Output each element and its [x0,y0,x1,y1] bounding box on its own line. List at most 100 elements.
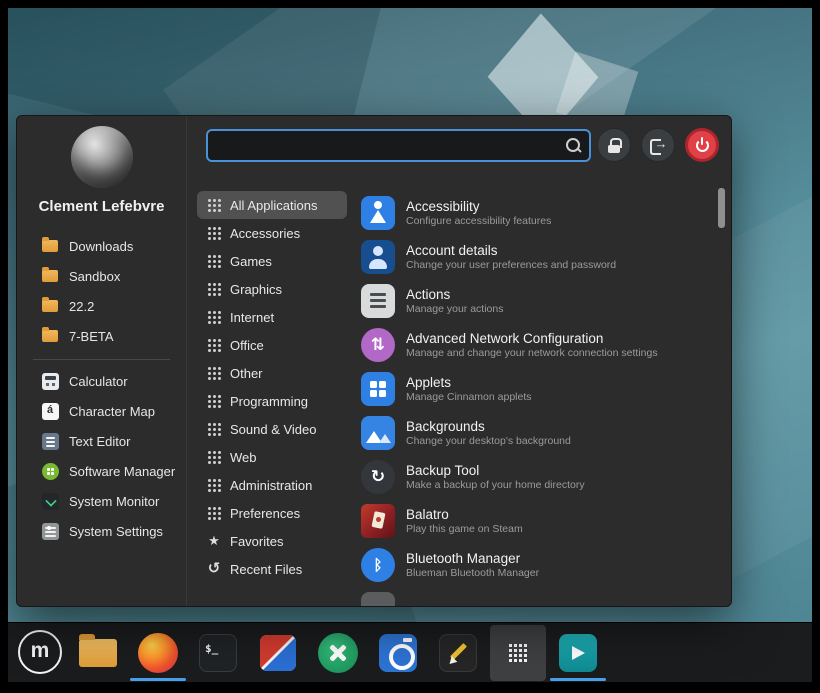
category-label: Accessories [230,226,300,241]
grid-icon [207,338,221,352]
backgrounds-icon [361,416,395,450]
grid-icon [207,450,221,464]
app-desc: Manage and change your network connectio… [406,347,658,360]
running-indicator [550,678,606,681]
sidebar-item-calculator[interactable]: Calculator [41,366,186,396]
app-row-partial[interactable] [357,587,715,606]
logout-icon [650,138,667,152]
taskbar-warpinator-button[interactable] [550,625,606,681]
category-recent-files[interactable]: Recent Files [197,555,347,583]
taskbar-screenshot-button[interactable] [370,625,426,681]
shutdown-button[interactable] [685,128,719,162]
category-internet[interactable]: Internet [197,303,347,331]
category-administration[interactable]: Administration [197,471,347,499]
taskbar-files-button[interactable] [70,625,126,681]
category-other[interactable]: Other [197,359,347,387]
taskbar-app-grid-button[interactable] [490,625,546,681]
menu-content: All Applications Accessories Games Graph… [187,174,731,606]
recent-files-icon [207,562,221,576]
category-programming[interactable]: Programming [197,387,347,415]
category-all-applications[interactable]: All Applications [197,191,347,219]
place-22-2[interactable]: 22.2 [41,291,186,321]
search-wrap [206,129,591,162]
app-row-advanced-network-configuration[interactable]: Advanced Network Configuration Manage an… [357,323,715,367]
scrollbar-thumb[interactable] [718,188,725,228]
app-row-applets[interactable]: Applets Manage Cinnamon applets [357,367,715,411]
sidebar-item-text-editor[interactable]: Text Editor [41,426,186,456]
sidebar-item-system-monitor[interactable]: System Monitor [41,486,186,516]
taskbar-panel: $_ [8,622,812,682]
sidebar-item-character-map[interactable]: Character Map [41,396,186,426]
system-monitor-icon [41,492,59,510]
app-name: Bluetooth Manager [406,550,539,567]
app-desc: Make a backup of your home directory [406,479,585,492]
taskbar-firefox-button[interactable] [130,625,186,681]
category-preferences[interactable]: Preferences [197,499,347,527]
camera-icon [379,634,417,672]
user-avatar[interactable] [71,126,133,188]
sidebar-item-software-manager[interactable]: Software Manager [41,456,186,486]
grid-icon [207,422,221,436]
category-label: Web [230,450,257,465]
category-label: Programming [230,394,308,409]
lock-button[interactable] [597,128,631,162]
taskbar-app-button-5[interactable] [310,625,366,681]
sidebar-item-label: Character Map [69,404,155,419]
category-accessories[interactable]: Accessories [197,219,347,247]
app-row-balatro[interactable]: Balatro Play this game on Steam [357,499,715,543]
category-web[interactable]: Web [197,443,347,471]
app-row-account-details[interactable]: Account details Change your user prefere… [357,235,715,279]
category-office[interactable]: Office [197,331,347,359]
grid-icon [207,366,221,380]
category-label: Favorites [230,534,283,549]
taskbar-app-button-4[interactable] [250,625,306,681]
category-label: Sound & Video [230,422,317,437]
send-arrow-icon [559,634,597,672]
power-icon [695,138,710,153]
software-manager-icon [41,462,59,480]
sidebar-item-system-settings[interactable]: System Settings [41,516,186,546]
category-sound-video[interactable]: Sound & Video [197,415,347,443]
sidebar-item-label: Software Manager [69,464,175,479]
character-map-icon [41,402,59,420]
logout-button[interactable] [641,128,675,162]
category-favorites[interactable]: Favorites [197,527,347,555]
app-desc: Manage your actions [406,303,503,316]
grid-icon [207,506,221,520]
place-sandbox[interactable]: Sandbox [41,261,186,291]
category-games[interactable]: Games [197,247,347,275]
grid-icon [207,282,221,296]
app-row-backup-tool[interactable]: Backup Tool Make a backup of your home d… [357,455,715,499]
place-7-beta[interactable]: 7-BETA [41,321,186,351]
taskbar-terminal-button[interactable]: $_ [190,625,246,681]
app-name: Backup Tool [406,462,585,479]
bluetooth-icon [361,548,395,582]
app-name: Balatro [406,506,523,523]
search-input[interactable] [206,129,591,162]
application-menu-window: Clement Lefebvre Downloads Sandbox 22.2 … [16,115,732,607]
red-blue-flag-icon [260,635,296,671]
folder-icon [41,297,59,315]
applications-list: Accessibility Configure accessibility fe… [357,174,715,606]
app-row-backgrounds[interactable]: Backgrounds Change your desktop's backgr… [357,411,715,455]
category-label: All Applications [230,198,317,213]
session-buttons [597,128,719,162]
category-graphics[interactable]: Graphics [197,275,347,303]
app-name: Applets [406,374,532,391]
grid-icon [207,254,221,268]
app-row-actions[interactable]: Actions Manage your actions [357,279,715,323]
place-downloads[interactable]: Downloads [41,231,186,261]
green-pinwheel-icon [318,633,358,673]
menu-button[interactable] [18,630,62,674]
text-editor-icon [41,432,59,450]
firefox-icon [138,633,178,673]
app-row-bluetooth-manager[interactable]: Bluetooth Manager Blueman Bluetooth Mana… [357,543,715,587]
app-row-accessibility[interactable]: Accessibility Configure accessibility fe… [357,191,715,235]
account-details-icon [361,240,395,274]
category-label: Office [230,338,264,353]
app-icon [361,592,395,606]
taskbar-editor-button[interactable] [430,625,486,681]
sidebar-item-label: System Monitor [69,494,159,509]
place-label: Sandbox [69,269,120,284]
sidebar-item-label: Calculator [69,374,128,389]
